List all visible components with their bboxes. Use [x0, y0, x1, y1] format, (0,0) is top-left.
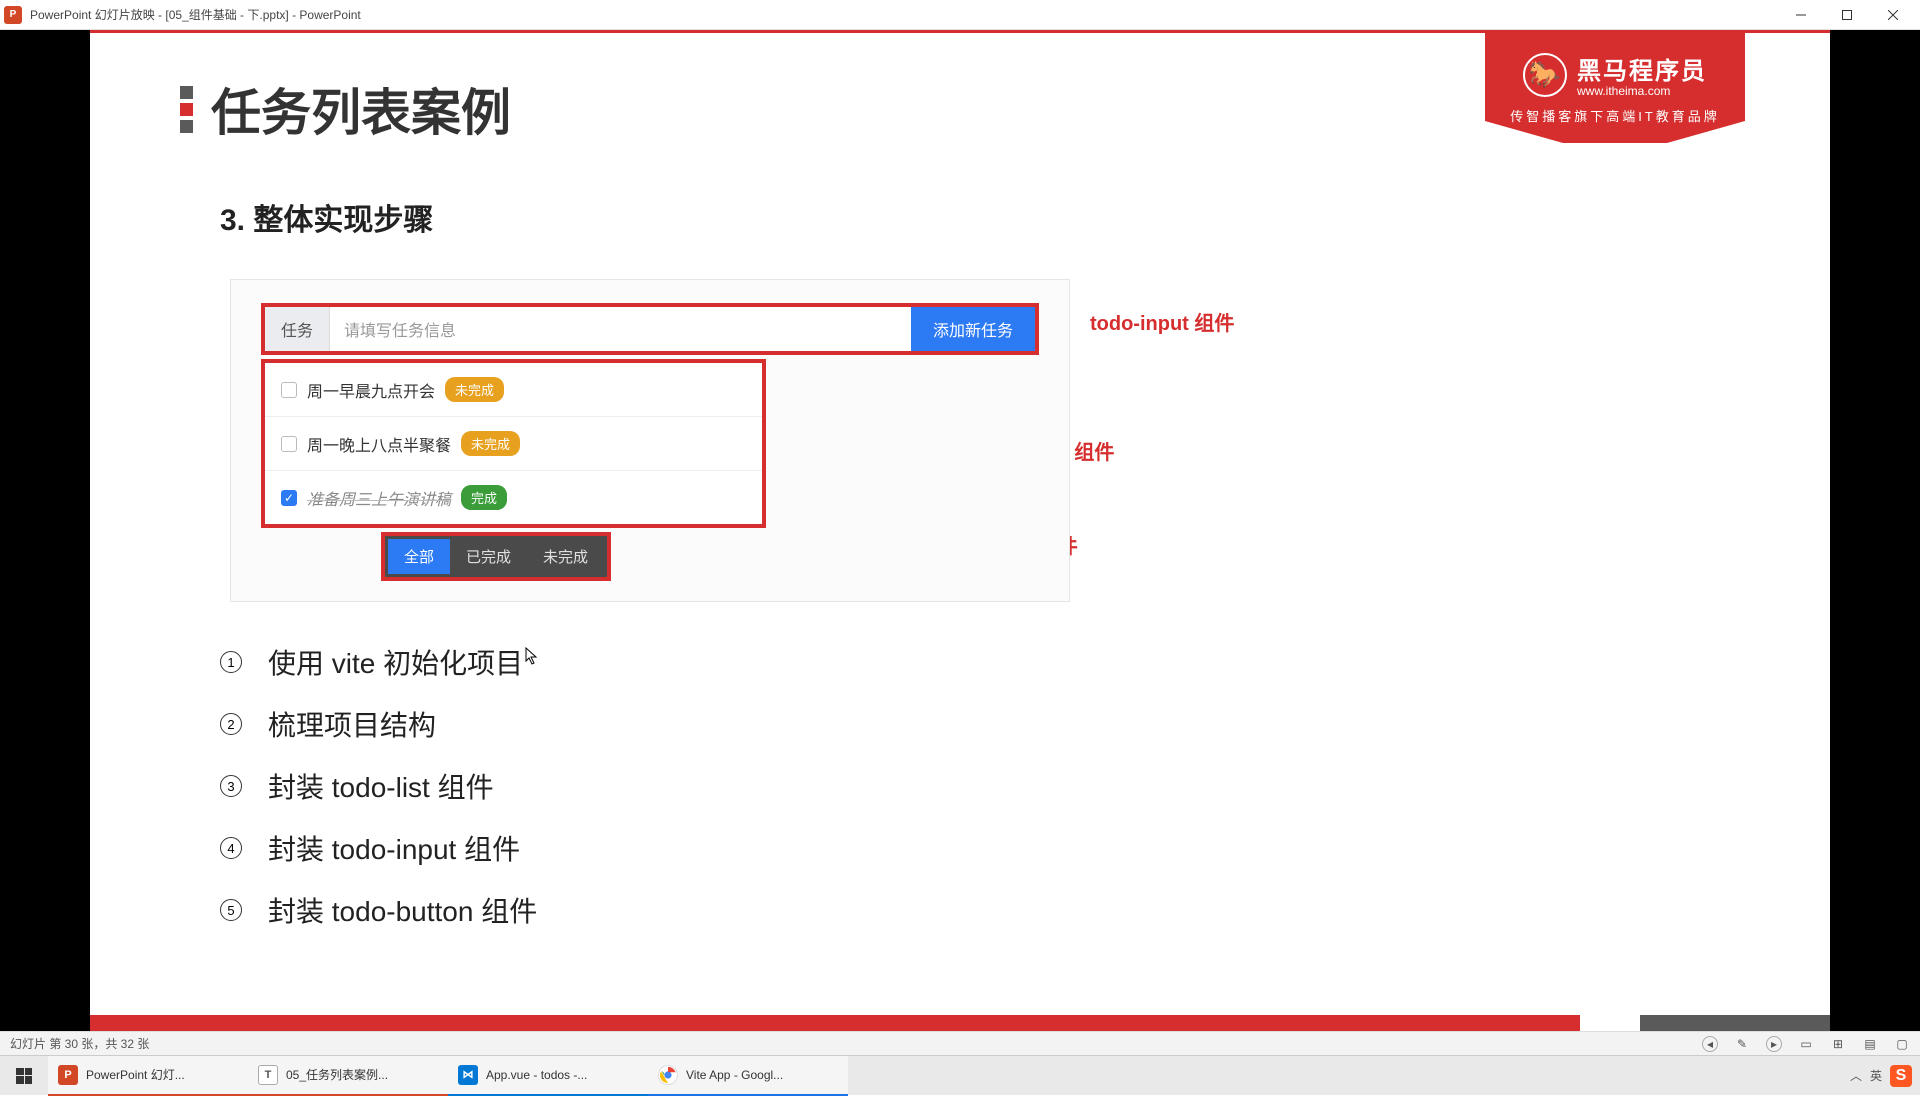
item-text: 准备周三上午演讲稿 — [307, 486, 451, 510]
start-button[interactable] — [0, 1056, 48, 1096]
filter-all-button[interactable]: 全部 — [388, 539, 450, 574]
step-item: 5 封装 todo-button 组件 — [220, 890, 1830, 930]
ime-indicator[interactable]: 英 — [1870, 1067, 1882, 1084]
slide-bullet-icon — [180, 86, 193, 133]
window-title: PowerPoint 幻灯片放映 - [05_组件基础 - 下.pptx] - … — [30, 6, 1778, 23]
todo-list-component: 周一早晨九点开会 未完成 周一晚上八点半聚餐 未完成 ✓ 准备周三上午演讲稿 完… — [261, 359, 766, 528]
normal-view-button[interactable]: ▭ — [1798, 1036, 1814, 1052]
system-tray: ︿ 英 S — [1850, 1065, 1920, 1087]
stage-black-left — [0, 30, 90, 1031]
step-text: 封装 todo-input 组件 — [268, 828, 520, 868]
footer-grey-bar — [1640, 1015, 1830, 1031]
reading-view-button[interactable]: ▤ — [1862, 1036, 1878, 1052]
slide-header: 任务列表案例 🐎 黑马程序员 www.itheima.com 传智播客旗下高端I… — [90, 33, 1830, 145]
powerpoint-icon: P — [58, 1065, 78, 1085]
window-titlebar: P PowerPoint 幻灯片放映 - [05_组件基础 - 下.pptx] … — [0, 0, 1920, 30]
status-badge: 完成 — [461, 485, 507, 510]
status-badge: 未完成 — [445, 377, 504, 402]
step-number-icon: 5 — [220, 899, 242, 921]
step-item: 2 梳理项目结构 — [220, 704, 1830, 744]
filter-done-button[interactable]: 已完成 — [450, 539, 527, 574]
step-number-icon: 3 — [220, 775, 242, 797]
taskbar-item-powerpoint[interactable]: P PowerPoint 幻灯... — [48, 1056, 248, 1096]
item-text: 周一晚上八点半聚餐 — [307, 432, 451, 456]
taskbar-item-vscode[interactable]: ⋈ App.vue - todos -... — [448, 1056, 648, 1096]
list-item: ✓ 准备周三上午演讲稿 完成 — [265, 471, 762, 524]
step-number-icon: 1 — [220, 651, 242, 673]
brand-url: www.itheima.com — [1577, 84, 1707, 98]
presentation-stage: 任务列表案例 🐎 黑马程序员 www.itheima.com 传智播客旗下高端I… — [0, 30, 1920, 1031]
sogou-ime-icon[interactable]: S — [1890, 1065, 1912, 1087]
step-text: 使用 vite 初始化项目 — [268, 642, 523, 682]
status-bar: 幻灯片 第 30 张，共 32 张 ◂ ✎ ▸ ▭ ⊞ ▤ ▢ — [0, 1031, 1920, 1055]
taskbar-label: Vite App - Googl... — [686, 1068, 783, 1082]
taskbar-label: App.vue - todos -... — [486, 1068, 587, 1082]
prev-slide-button[interactable]: ◂ — [1702, 1036, 1718, 1052]
vscode-icon: ⋈ — [458, 1065, 478, 1085]
filter-undone-button[interactable]: 未完成 — [527, 539, 604, 574]
step-item: 3 封装 todo-list 组件 — [220, 766, 1830, 806]
step-text: 封装 todo-button 组件 — [268, 890, 537, 930]
checkbox[interactable] — [281, 382, 297, 398]
steps-list: 1 使用 vite 初始化项目 2 梳理项目结构 3 封装 todo-list … — [220, 642, 1830, 930]
slide-sorter-button[interactable]: ⊞ — [1830, 1036, 1846, 1052]
annotation-input: todo-input 组件 — [1090, 307, 1234, 336]
next-slide-button[interactable]: ▸ — [1766, 1036, 1782, 1052]
step-number-icon: 4 — [220, 837, 242, 859]
taskbar: P PowerPoint 幻灯... T 05_任务列表案例... ⋈ App.… — [0, 1055, 1920, 1095]
step-text: 封装 todo-list 组件 — [268, 766, 494, 806]
input-prefix-label: 任务 — [265, 307, 330, 351]
stage-black-right — [1830, 30, 1920, 1031]
text-file-icon: T — [258, 1065, 278, 1085]
task-input[interactable]: 请填写任务信息 — [330, 307, 911, 351]
annotations: todo-input 组件 todo-list 组件 todo-button 组… — [1090, 279, 1234, 559]
powerpoint-icon: P — [4, 6, 22, 24]
maximize-button[interactable] — [1824, 0, 1870, 30]
footer-red-bar — [90, 1015, 1580, 1031]
checkbox[interactable] — [281, 436, 297, 452]
item-text: 周一早晨九点开会 — [307, 378, 435, 402]
cursor-icon — [525, 647, 539, 665]
slide-counter: 幻灯片 第 30 张，共 32 张 — [10, 1035, 149, 1052]
add-task-button[interactable]: 添加新任务 — [911, 307, 1035, 351]
slide-title: 任务列表案例 — [211, 73, 511, 145]
slide-content: 3. 整体实现步骤 任务 请填写任务信息 添加新任务 周一早晨九点开会 — [90, 145, 1830, 930]
pen-tool-button[interactable]: ✎ — [1734, 1036, 1750, 1052]
brand-tagline: 传智播客旗下高端IT教育品牌 — [1510, 106, 1720, 125]
window-controls — [1778, 0, 1916, 30]
status-badge: 未完成 — [461, 431, 520, 456]
list-item: 周一早晨九点开会 未完成 — [265, 363, 762, 417]
brand-logo-icon: 🐎 — [1523, 53, 1567, 97]
taskbar-item-text[interactable]: T 05_任务列表案例... — [248, 1056, 448, 1096]
step-text: 梳理项目结构 — [268, 704, 436, 744]
todo-input-component: 任务 请填写任务信息 添加新任务 — [261, 303, 1039, 355]
slide[interactable]: 任务列表案例 🐎 黑马程序员 www.itheima.com 传智播客旗下高端I… — [90, 30, 1830, 1031]
taskbar-item-chrome[interactable]: Vite App - Googl... — [648, 1056, 848, 1096]
taskbar-label: PowerPoint 幻灯... — [86, 1066, 185, 1083]
list-item: 周一晚上八点半聚餐 未完成 — [265, 417, 762, 471]
close-button[interactable] — [1870, 0, 1916, 30]
tray-chevron-icon[interactable]: ︿ — [1850, 1067, 1862, 1084]
section-title: 3. 整体实现步骤 — [220, 195, 1830, 239]
checkbox[interactable]: ✓ — [281, 490, 297, 506]
step-item: 4 封装 todo-input 组件 — [220, 828, 1830, 868]
todo-button-component: 全部 已完成 未完成 — [381, 532, 611, 581]
brand-badge: 🐎 黑马程序员 www.itheima.com 传智播客旗下高端IT教育品牌 — [1485, 33, 1745, 143]
brand-name: 黑马程序员 — [1577, 51, 1707, 86]
windows-logo-icon — [16, 1068, 32, 1084]
taskbar-label: 05_任务列表案例... — [286, 1066, 388, 1083]
step-item: 1 使用 vite 初始化项目 — [220, 642, 1830, 682]
slideshow-view-button[interactable]: ▢ — [1894, 1036, 1910, 1052]
minimize-button[interactable] — [1778, 0, 1824, 30]
step-number-icon: 2 — [220, 713, 242, 735]
todo-app-mockup: 任务 请填写任务信息 添加新任务 周一早晨九点开会 未完成 周 — [230, 279, 1070, 602]
chrome-icon — [658, 1065, 678, 1085]
